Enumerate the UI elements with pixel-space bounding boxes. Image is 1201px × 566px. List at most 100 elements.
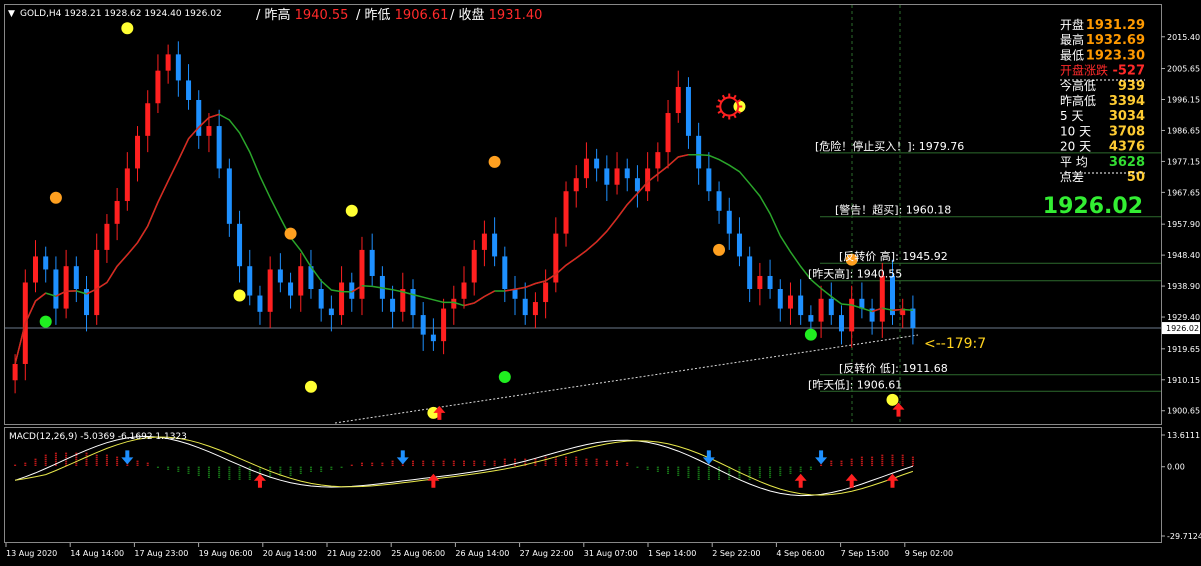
macd-histogram-dot [850,460,853,462]
macd-histogram-dot [616,462,619,464]
macd-histogram-dot [44,464,47,466]
macd-histogram-dot [901,454,904,456]
level-labels: [危险！停止买入！]: 1979.76 [警告！超买]: 1960.18 [反转价 … [808,139,964,391]
macd-histogram-dot [850,464,853,466]
candle-body [828,298,834,316]
candle-body [685,86,691,136]
macd-histogram-dot [146,462,149,464]
macd-histogram-dot [748,478,751,480]
candle-body [838,315,844,332]
top-info: / 昨高 1940.55 / 昨低 1906.61 / 收盘 1931.40 [256,7,542,23]
price-chart[interactable]: 13.6111 0.00 -29.7124 2015.40 2005.65 1996.1… [0,0,1201,566]
macd-histogram-dot [289,472,292,474]
macd-y-tick-label: 0.00 [1167,463,1185,472]
macd-histogram-dot [850,462,853,464]
macd-histogram-dot [748,474,751,476]
macd-histogram-dot [911,462,914,464]
macd-histogram-dot [707,470,710,472]
macd-histogram-dot [126,464,129,466]
svg-text:/ 昨高 1940.55: / 昨高 1940.55 [256,7,348,23]
signal-arrows [433,402,905,420]
macd-histogram-dot [758,468,761,470]
y-tick-label: 1900.65 [1167,407,1200,416]
macd-histogram-dot [116,460,119,462]
macd-histogram-dot [350,464,353,466]
macd-histogram-dot [85,452,88,454]
macd-histogram-dot [565,464,568,466]
macd-histogram-dot [238,466,241,468]
y-tick-label: 1986.65 [1167,126,1200,135]
stat-label: 最低 [1060,48,1084,62]
candle-body [910,308,916,329]
candle-body [849,298,855,332]
macd-histogram-dot [860,460,863,462]
macd-histogram-dot [799,468,802,470]
macd-histogram-dot [707,474,710,476]
candle-body [757,275,763,290]
macd-indicator: 13.6111 0.00 -29.7124 [14,431,1201,541]
macd-histogram-dot [105,460,108,462]
candle-body [818,298,824,322]
arrow-shape [886,473,899,488]
candle-body [798,295,804,316]
candle-body [206,126,212,136]
macd-histogram-dot [769,466,772,468]
candle-body [665,113,671,153]
macd-histogram-dot [667,470,670,472]
y-tick-label: 1919.65 [1167,345,1200,354]
macd-histogram-dot [891,456,894,458]
moving-average-rising-segment [14,113,903,365]
up-arrow [794,473,807,488]
candle-body [573,178,579,192]
macd-histogram-dot [554,460,557,462]
macd-histogram-dot [248,472,251,474]
macd-histogram-dot [44,462,47,464]
top-info-label-low: / 昨低 [356,8,395,23]
macd-histogram-dot [646,466,649,468]
candle-body [288,282,294,296]
stat-value: 939 [1118,79,1145,94]
macd-histogram-dot [871,464,874,466]
candle-body [461,282,467,299]
stat-label: 开盘涨跌 [1060,63,1108,78]
macd-histogram-dot [799,470,802,472]
macd-histogram-dot [381,462,384,464]
macd-histogram-dot [34,462,37,464]
macd-histogram-dot [881,460,884,462]
macd-chart-frame [4,427,1162,543]
macd-histogram-dot [116,458,119,460]
signal-dot [488,155,501,168]
x-tick-label: 9 Sep 02:00 [905,549,953,558]
macd-histogram-dot [901,458,904,460]
macd-histogram-dot [422,462,425,464]
macd-histogram-dot [860,456,863,458]
macd-histogram-dot [228,474,231,476]
macd-histogram-dot [85,464,88,466]
macd-histogram-dot [75,458,78,460]
level-lines [5,152,1161,392]
macd-histogram-dot [554,464,557,466]
macd-histogram-dot [24,462,27,464]
x-tick-label: 31 Aug 07:00 [584,549,638,558]
macd-histogram-dot [718,466,721,468]
macd-histogram-dot [677,472,680,474]
macd-histogram-dot [177,470,180,472]
macd-signal-line [15,436,914,496]
candle-body [502,256,508,290]
macd-histogram-dot [248,466,251,468]
macd-histogram-dot [626,462,629,464]
macd-histogram-dot [371,462,374,464]
arrow-shape [396,450,409,465]
macd-histogram-dot [452,462,455,464]
macd-histogram-dot [667,466,670,468]
macd-histogram-dot [207,468,210,470]
macd-histogram-dot [891,462,894,464]
chart-menu-triangle[interactable]: ▼ [8,9,15,19]
stat-value: 1923.30 [1086,48,1145,63]
signal-dot [713,243,726,256]
arrow-shape [427,473,440,488]
macd-histogram-dot [95,462,98,464]
candle-body [53,269,59,309]
macd-histogram-dot [228,466,231,468]
macd-histogram-dot [871,460,874,462]
